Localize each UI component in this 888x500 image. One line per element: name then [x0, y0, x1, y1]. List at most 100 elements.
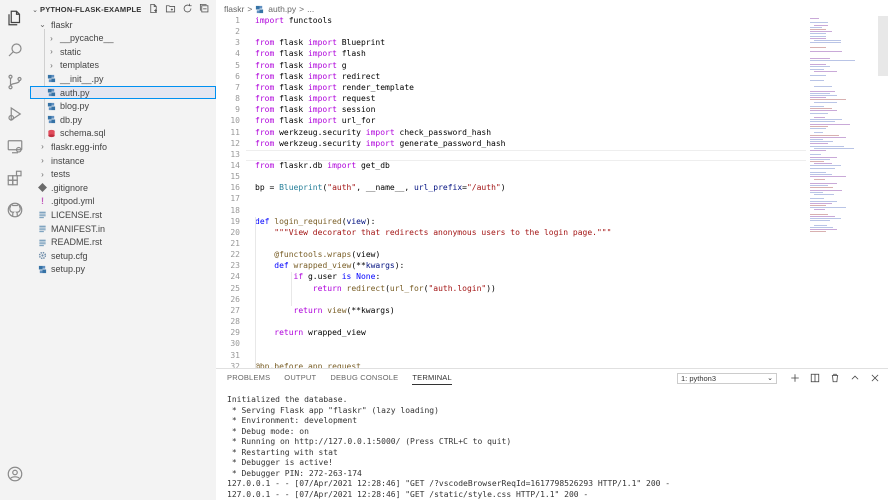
- trash-icon[interactable]: [829, 372, 840, 383]
- chevron-right-icon: ›: [50, 60, 53, 70]
- minimap-line: [814, 101, 838, 103]
- tree-item[interactable]: ⌄ flaskr: [30, 18, 216, 31]
- code-line: 31: [216, 351, 806, 362]
- code-token: import: [307, 38, 337, 48]
- breadcrumb-more[interactable]: ...: [307, 4, 314, 14]
- minimap-line: [810, 176, 846, 178]
- code-token: functools: [279, 250, 323, 260]
- code-line: 9 from flask import session: [216, 105, 806, 116]
- breadcrumb-folder[interactable]: flaskr: [224, 4, 244, 14]
- tree-item[interactable]: schema.sql: [30, 127, 216, 140]
- minimap-line: [810, 99, 846, 101]
- code-token: flaskr.db: [274, 160, 328, 170]
- breadcrumb-file[interactable]: auth.py: [268, 4, 296, 14]
- tree-item[interactable]: ! .gitpod.yml: [30, 195, 216, 208]
- source-control-icon[interactable]: [5, 72, 25, 92]
- minimap-line: [814, 86, 832, 88]
- tree-item[interactable]: .gitignore: [30, 181, 216, 194]
- code-line: 4 from flask import flash: [216, 49, 806, 60]
- code-token: return: [312, 283, 342, 293]
- minimap-line: [810, 119, 843, 121]
- close-icon[interactable]: [869, 372, 880, 383]
- new-folder-icon[interactable]: [165, 3, 176, 14]
- tree-item[interactable]: › flaskr.egg-info: [30, 140, 216, 153]
- minimap-line: [810, 128, 827, 129]
- code-token: import: [307, 94, 337, 104]
- code-line: 29 return wrapped_view: [216, 328, 806, 339]
- chevron-down-icon: ⌄: [767, 375, 773, 382]
- terminal-select[interactable]: 1: python3 ⌄: [677, 373, 777, 384]
- minimap[interactable]: [806, 16, 888, 368]
- tree-item[interactable]: auth.py: [30, 86, 216, 99]
- minimap-line: [810, 37, 827, 39]
- tree-item-label: blog.py: [60, 101, 90, 112]
- code-text: from flask import request: [255, 94, 375, 103]
- minimap-line: [814, 147, 854, 149]
- tree-item[interactable]: blog.py: [30, 100, 216, 113]
- code-line: 6 from flask import redirect: [216, 72, 806, 83]
- search-icon[interactable]: [5, 40, 25, 60]
- github-icon[interactable]: [5, 200, 25, 220]
- code-token: )): [486, 283, 496, 293]
- tree-item[interactable]: › __pycache__: [30, 32, 216, 45]
- code-text: from werkzeug.security import check_pass…: [255, 128, 491, 137]
- panel-tab-debug-console[interactable]: DEBUG CONSOLE: [330, 373, 398, 385]
- account-icon[interactable]: [5, 464, 25, 484]
- tree-item[interactable]: __init__.py: [30, 72, 216, 85]
- terminal-output[interactable]: Initialized the database. * Serving Flas…: [227, 395, 670, 500]
- panel-tab-terminal[interactable]: TERMINAL: [412, 373, 452, 385]
- tree-item[interactable]: LICENSE.rst: [30, 208, 216, 221]
- python-file-icon: [47, 102, 56, 111]
- line-number: 7: [235, 82, 240, 92]
- run-debug-icon[interactable]: [5, 104, 25, 124]
- extensions-icon[interactable]: [5, 168, 25, 188]
- collapse-all-icon[interactable]: [199, 3, 210, 14]
- code-text: from flask import Blueprint: [255, 38, 385, 47]
- tree-item[interactable]: setup.py: [30, 263, 216, 276]
- minimap-line: [810, 136, 846, 138]
- code-editor[interactable]: 1 import functools 2 3 from flask import Blu…: [216, 16, 806, 368]
- explorer-header[interactable]: ⌄ PYTHON-FLASK-EXAMPLE: [30, 3, 216, 16]
- tree-item[interactable]: setup.cfg: [30, 249, 216, 262]
- code-token: get_db: [356, 160, 390, 170]
- panel-tab-output[interactable]: OUTPUT: [284, 373, 316, 385]
- text-file-icon: [38, 210, 47, 219]
- code-token: render_template: [336, 82, 414, 92]
- tree-item-label: LICENSE.rst: [51, 209, 103, 220]
- tree-item[interactable]: MANIFEST.in: [30, 222, 216, 235]
- code-token: is: [341, 272, 352, 282]
- minimap-line: [810, 216, 836, 217]
- refresh-icon[interactable]: [182, 3, 193, 14]
- files-icon[interactable]: [5, 8, 25, 28]
- minimap-slider[interactable]: [878, 16, 888, 76]
- minimap-line: [810, 106, 825, 107]
- minimap-line: [814, 209, 825, 211]
- code-token: url_for: [389, 283, 424, 293]
- text-file-icon: [38, 238, 47, 247]
- tree-item[interactable]: › static: [30, 45, 216, 58]
- chevron-up-icon[interactable]: [849, 372, 860, 383]
- line-number: 5: [235, 60, 240, 70]
- tree-item[interactable]: › tests: [30, 168, 216, 181]
- new-file-icon[interactable]: [148, 3, 159, 14]
- tree-item[interactable]: db.py: [30, 113, 216, 126]
- code-token: from: [255, 127, 275, 137]
- minimap-line: [810, 64, 827, 66]
- tree-item[interactable]: › templates: [30, 59, 216, 72]
- minimap-line: [810, 97, 827, 99]
- add-icon[interactable]: [789, 372, 800, 383]
- tree-item[interactable]: › instance: [30, 154, 216, 167]
- split-icon[interactable]: [809, 372, 820, 383]
- panel-tab-problems[interactable]: PROBLEMS: [227, 373, 270, 385]
- remote-explorer-icon[interactable]: [5, 136, 25, 156]
- code-token: view: [346, 216, 366, 226]
- code-line: 17: [216, 194, 806, 205]
- code-line: 24 if g.user is None:: [216, 272, 806, 283]
- code-token: ): [500, 183, 506, 193]
- git-file-icon: [38, 183, 47, 193]
- tree-item[interactable]: README.rst: [30, 236, 216, 249]
- code-token: url_for: [336, 116, 376, 126]
- code-token: session: [336, 105, 376, 115]
- line-number: 19: [230, 216, 240, 226]
